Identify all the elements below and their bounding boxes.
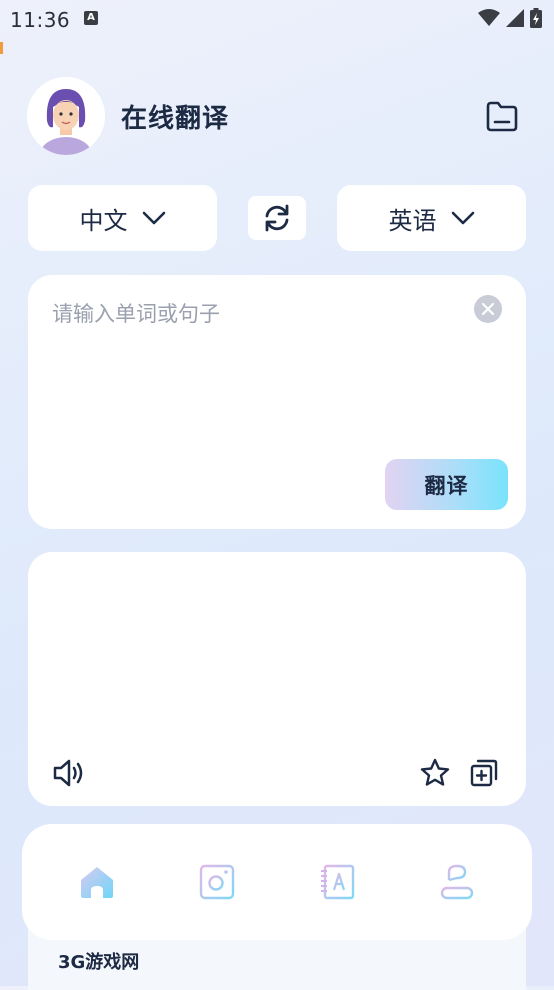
dictionary-icon [321, 864, 355, 900]
source-language-select[interactable]: 中文 [28, 185, 217, 251]
avatar[interactable] [27, 77, 105, 155]
home-icon [81, 867, 113, 898]
status-time: 11:36 [10, 8, 71, 32]
star-icon [420, 758, 450, 786]
clear-button[interactable] [474, 295, 502, 323]
nav-item-dictionary[interactable] [317, 860, 357, 904]
target-language-select[interactable]: 英语 [337, 185, 526, 251]
battery-charging-icon [530, 8, 542, 28]
page-title: 在线翻译 [121, 104, 230, 134]
footer-peek-text: 3G游戏网 [58, 952, 140, 973]
folder-icon [486, 101, 518, 132]
notification-icon: A [84, 11, 98, 25]
signal-icon [506, 9, 524, 27]
copy-button[interactable] [467, 756, 501, 790]
chevron-down-icon [142, 211, 165, 225]
camera-icon [199, 864, 235, 900]
profile-icon [440, 864, 474, 900]
clear-icon [481, 302, 495, 316]
swap-icon [265, 204, 289, 232]
user-avatar-icon [27, 77, 105, 155]
target-language-label: 英语 [388, 206, 437, 235]
status-icons [478, 8, 542, 28]
nav-item-camera[interactable] [197, 860, 237, 904]
speak-button[interactable] [52, 756, 86, 790]
source-language-label: 中文 [79, 206, 128, 235]
edge-indicator [0, 42, 3, 54]
nav-item-profile[interactable] [437, 860, 477, 904]
swap-languages-button[interactable] [248, 196, 306, 240]
favorite-button[interactable] [418, 756, 452, 790]
wifi-icon [478, 9, 500, 26]
output-text [28, 552, 526, 752]
translate-button[interactable]: 翻译 [385, 459, 508, 510]
chevron-down-icon [451, 211, 474, 225]
copy-icon [470, 759, 498, 787]
text-input[interactable]: 请输入单词或句子 [52, 298, 220, 328]
folder-button[interactable] [484, 100, 520, 134]
speaker-icon [53, 759, 83, 787]
nav-item-home[interactable] [77, 860, 117, 904]
